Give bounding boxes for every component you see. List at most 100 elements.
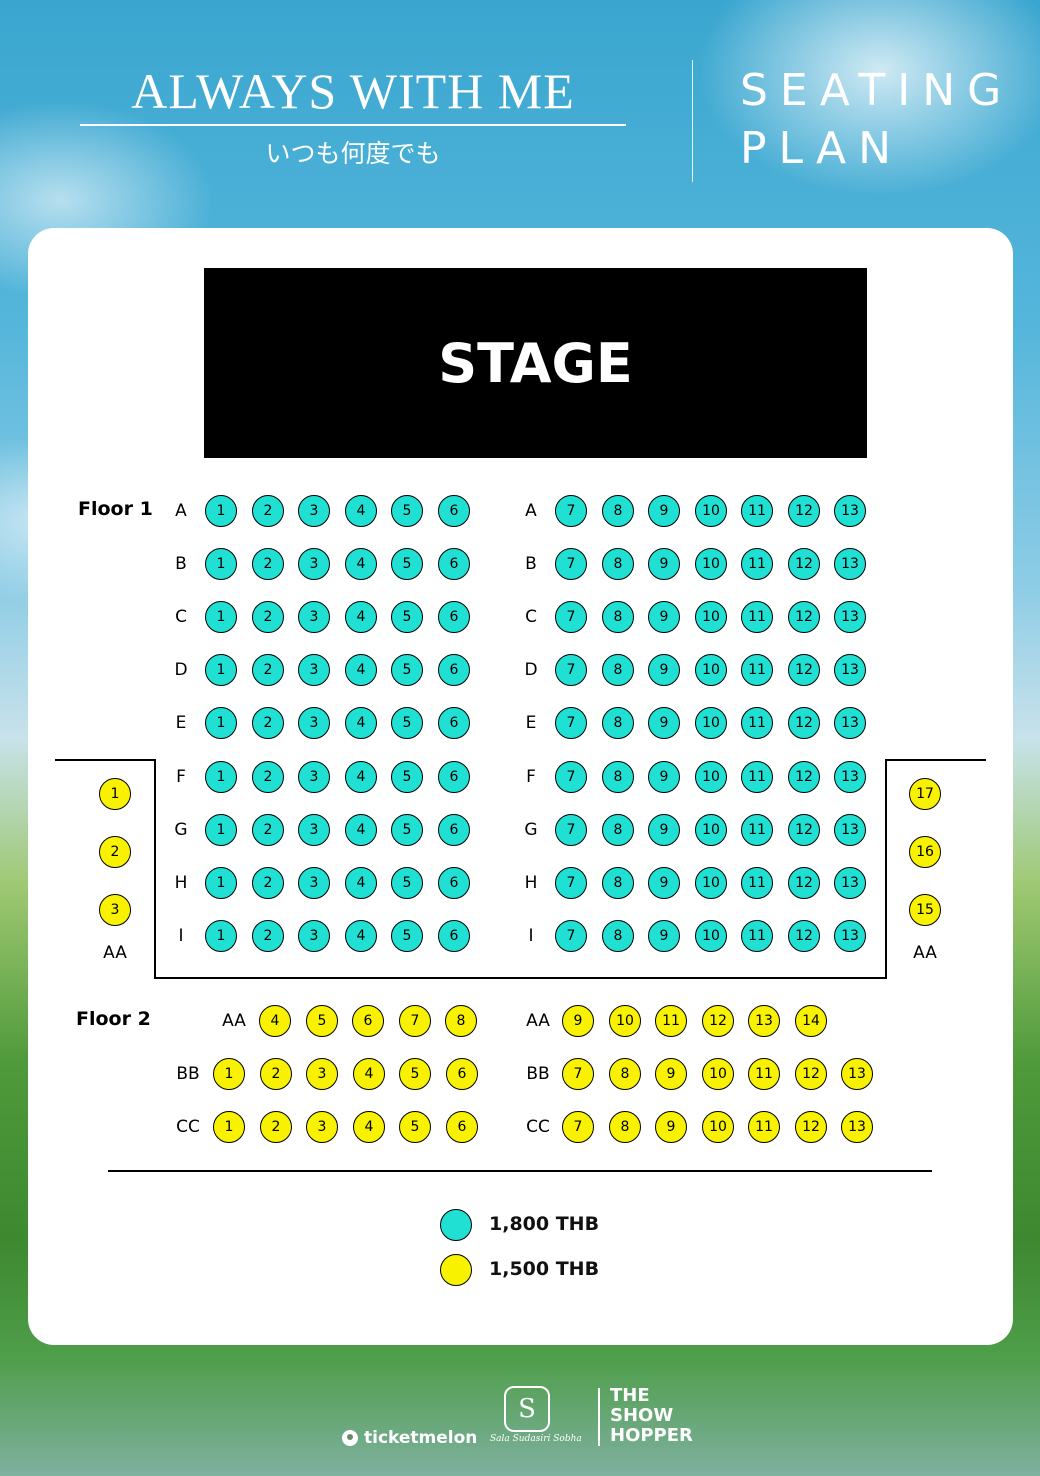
- seat-AA8[interactable]: 8: [445, 1005, 477, 1037]
- seat-F2[interactable]: 2: [252, 761, 284, 793]
- seat-C4[interactable]: 4: [345, 601, 377, 633]
- seat-A3[interactable]: 3: [298, 495, 330, 527]
- seat-A5[interactable]: 5: [391, 495, 423, 527]
- seat-BB9[interactable]: 9: [655, 1058, 687, 1090]
- seat-C2[interactable]: 2: [252, 601, 284, 633]
- seat-H1[interactable]: 1: [205, 867, 237, 899]
- seat-G13[interactable]: 13: [834, 814, 866, 846]
- seat-F13[interactable]: 13: [834, 761, 866, 793]
- seat-C9[interactable]: 9: [648, 601, 680, 633]
- seat-AA11[interactable]: 11: [655, 1005, 687, 1037]
- seat-F1[interactable]: 1: [205, 761, 237, 793]
- seat-A1[interactable]: 1: [205, 495, 237, 527]
- seat-A8[interactable]: 8: [602, 495, 634, 527]
- seat-side-AA15[interactable]: 15: [909, 894, 941, 926]
- seat-BB11[interactable]: 11: [748, 1058, 780, 1090]
- seat-D2[interactable]: 2: [252, 654, 284, 686]
- seat-D1[interactable]: 1: [205, 654, 237, 686]
- seat-A6[interactable]: 6: [438, 495, 470, 527]
- seat-H8[interactable]: 8: [602, 867, 634, 899]
- seat-C11[interactable]: 11: [741, 601, 773, 633]
- seat-B5[interactable]: 5: [391, 548, 423, 580]
- seat-CC9[interactable]: 9: [655, 1111, 687, 1143]
- seat-H13[interactable]: 13: [834, 867, 866, 899]
- seat-side-AA16[interactable]: 16: [909, 836, 941, 868]
- seat-E3[interactable]: 3: [298, 707, 330, 739]
- seat-BB4[interactable]: 4: [353, 1058, 385, 1090]
- seat-CC1[interactable]: 1: [213, 1111, 245, 1143]
- seat-D10[interactable]: 10: [695, 654, 727, 686]
- seat-BB10[interactable]: 10: [702, 1058, 734, 1090]
- seat-F7[interactable]: 7: [555, 761, 587, 793]
- seat-AA5[interactable]: 5: [306, 1005, 338, 1037]
- seat-H10[interactable]: 10: [695, 867, 727, 899]
- seat-G8[interactable]: 8: [602, 814, 634, 846]
- seat-AA4[interactable]: 4: [259, 1005, 291, 1037]
- seat-F4[interactable]: 4: [345, 761, 377, 793]
- seat-BB3[interactable]: 3: [306, 1058, 338, 1090]
- seat-D9[interactable]: 9: [648, 654, 680, 686]
- seat-G1[interactable]: 1: [205, 814, 237, 846]
- seat-E4[interactable]: 4: [345, 707, 377, 739]
- seat-CC3[interactable]: 3: [306, 1111, 338, 1143]
- seat-H9[interactable]: 9: [648, 867, 680, 899]
- seat-I7[interactable]: 7: [555, 920, 587, 952]
- seat-B8[interactable]: 8: [602, 548, 634, 580]
- seat-B9[interactable]: 9: [648, 548, 680, 580]
- seat-E9[interactable]: 9: [648, 707, 680, 739]
- seat-D5[interactable]: 5: [391, 654, 423, 686]
- seat-E13[interactable]: 13: [834, 707, 866, 739]
- seat-I1[interactable]: 1: [205, 920, 237, 952]
- seat-I4[interactable]: 4: [345, 920, 377, 952]
- seat-E7[interactable]: 7: [555, 707, 587, 739]
- seat-E12[interactable]: 12: [788, 707, 820, 739]
- seat-CC10[interactable]: 10: [702, 1111, 734, 1143]
- seat-B7[interactable]: 7: [555, 548, 587, 580]
- seat-C12[interactable]: 12: [788, 601, 820, 633]
- seat-H12[interactable]: 12: [788, 867, 820, 899]
- seat-CC4[interactable]: 4: [353, 1111, 385, 1143]
- seat-AA7[interactable]: 7: [399, 1005, 431, 1037]
- seat-H2[interactable]: 2: [252, 867, 284, 899]
- seat-BB1[interactable]: 1: [213, 1058, 245, 1090]
- seat-A13[interactable]: 13: [834, 495, 866, 527]
- seat-D11[interactable]: 11: [741, 654, 773, 686]
- seat-G6[interactable]: 6: [438, 814, 470, 846]
- seat-D13[interactable]: 13: [834, 654, 866, 686]
- seat-F9[interactable]: 9: [648, 761, 680, 793]
- seat-B1[interactable]: 1: [205, 548, 237, 580]
- seat-A9[interactable]: 9: [648, 495, 680, 527]
- seat-C3[interactable]: 3: [298, 601, 330, 633]
- seat-C7[interactable]: 7: [555, 601, 587, 633]
- seat-BB12[interactable]: 12: [795, 1058, 827, 1090]
- seat-A11[interactable]: 11: [741, 495, 773, 527]
- seat-F11[interactable]: 11: [741, 761, 773, 793]
- seat-B10[interactable]: 10: [695, 548, 727, 580]
- seat-C1[interactable]: 1: [205, 601, 237, 633]
- seat-B11[interactable]: 11: [741, 548, 773, 580]
- seat-side-AA2[interactable]: 2: [99, 836, 131, 868]
- seat-side-AA1[interactable]: 1: [99, 778, 131, 810]
- seat-AA9[interactable]: 9: [562, 1005, 594, 1037]
- seat-A10[interactable]: 10: [695, 495, 727, 527]
- seat-E2[interactable]: 2: [252, 707, 284, 739]
- seat-E1[interactable]: 1: [205, 707, 237, 739]
- seat-I3[interactable]: 3: [298, 920, 330, 952]
- seat-AA6[interactable]: 6: [352, 1005, 384, 1037]
- seat-C10[interactable]: 10: [695, 601, 727, 633]
- seat-G5[interactable]: 5: [391, 814, 423, 846]
- seat-CC12[interactable]: 12: [795, 1111, 827, 1143]
- seat-H6[interactable]: 6: [438, 867, 470, 899]
- seat-side-AA17[interactable]: 17: [909, 778, 941, 810]
- seat-D3[interactable]: 3: [298, 654, 330, 686]
- seat-A12[interactable]: 12: [788, 495, 820, 527]
- seat-AA13[interactable]: 13: [748, 1005, 780, 1037]
- seat-F10[interactable]: 10: [695, 761, 727, 793]
- seat-G7[interactable]: 7: [555, 814, 587, 846]
- seat-side-AA3[interactable]: 3: [99, 894, 131, 926]
- seat-H7[interactable]: 7: [555, 867, 587, 899]
- seat-E6[interactable]: 6: [438, 707, 470, 739]
- seat-AA14[interactable]: 14: [795, 1005, 827, 1037]
- seat-G2[interactable]: 2: [252, 814, 284, 846]
- seat-BB5[interactable]: 5: [399, 1058, 431, 1090]
